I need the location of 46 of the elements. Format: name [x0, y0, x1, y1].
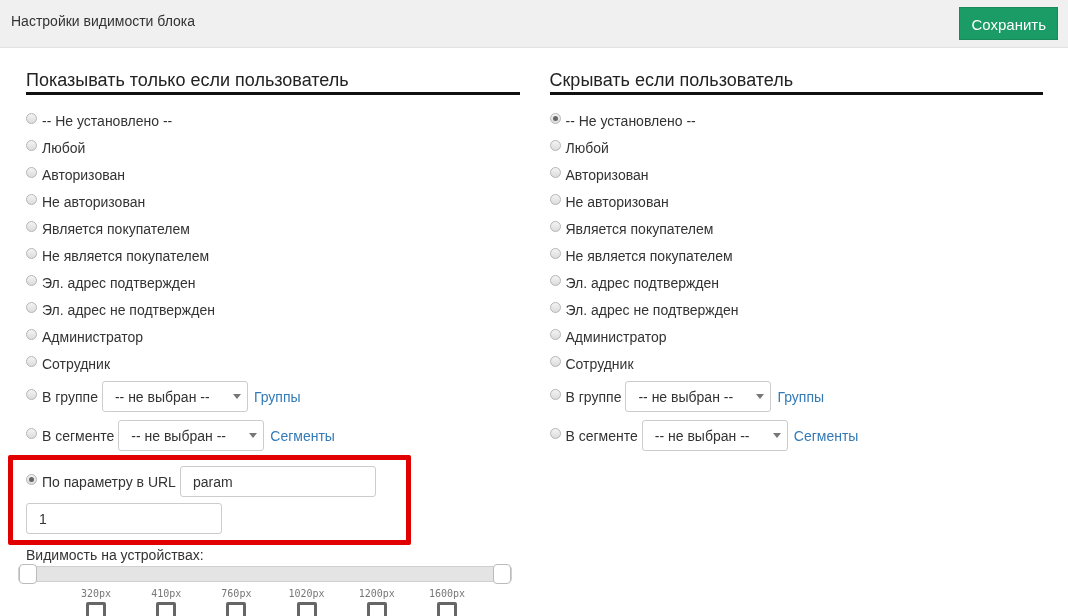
section-heading: Скрывать если пользователь: [549, 70, 1043, 95]
dropdown[interactable]: -- не выбран --: [641, 420, 788, 451]
option-label: В сегменте: [565, 427, 638, 444]
option-label: Сотрудник: [42, 355, 110, 372]
tick-label: 1200px: [358, 588, 395, 599]
dropdown[interactable]: -- не выбран --: [118, 420, 265, 451]
option-label: Не является покупателем: [42, 247, 210, 264]
save-button[interactable]: Сохранить: [959, 7, 1058, 40]
option-label: Не авторизован: [42, 193, 146, 210]
option-label: Эл. адрес не подтвержден: [42, 301, 215, 318]
option-label: -- Не установлено --: [565, 112, 696, 129]
page-title: Настройки видимости блока: [11, 12, 196, 29]
input-field[interactable]: 1: [26, 503, 222, 534]
option-label: Сотрудник: [565, 355, 634, 372]
option-label: В группе: [565, 388, 622, 405]
option-label: Авторизован: [565, 166, 649, 183]
section-heading: Показывать только если пользователь: [26, 70, 520, 95]
option-label: -- Не установлено --: [42, 112, 173, 129]
option-label: Является покупателем: [565, 220, 714, 237]
input-field[interactable]: param: [179, 466, 376, 497]
tick-label: 320px: [80, 588, 112, 599]
option-label: Любой: [565, 139, 609, 156]
option-label: Является покупателем: [42, 220, 190, 237]
option-label: Эл. адрес не подтвержден: [565, 301, 739, 318]
option-label: В сегменте: [42, 427, 115, 444]
tick-label: 1020px: [288, 588, 325, 599]
option-label: Не авторизован: [565, 193, 669, 210]
slider-label: Видимость на устройствах:: [25, 547, 205, 563]
tick-label: 410px: [151, 588, 182, 599]
dropdown[interactable]: -- не выбран --: [101, 381, 248, 412]
option-label: По параметру в URL: [42, 473, 176, 490]
tick-label: 760px: [221, 588, 252, 599]
link[interactable]: Сегменты: [270, 427, 335, 444]
option-label: Администратор: [565, 328, 667, 345]
option-label: Любой: [42, 139, 86, 156]
option-label: Эл. адрес подтвержден: [42, 274, 196, 291]
option-label: Эл. адрес подтвержден: [565, 274, 719, 291]
link[interactable]: Сегменты: [793, 427, 859, 444]
link[interactable]: Группы: [253, 388, 301, 405]
option-label: Администратор: [42, 328, 143, 345]
dropdown[interactable]: -- не выбран --: [625, 381, 772, 412]
link[interactable]: Группы: [777, 388, 825, 405]
tick-label: 1600px: [428, 588, 465, 599]
option-label: Не является покупателем: [565, 247, 733, 264]
option-label: В группе: [42, 388, 98, 405]
option-label: Авторизован: [42, 166, 125, 183]
